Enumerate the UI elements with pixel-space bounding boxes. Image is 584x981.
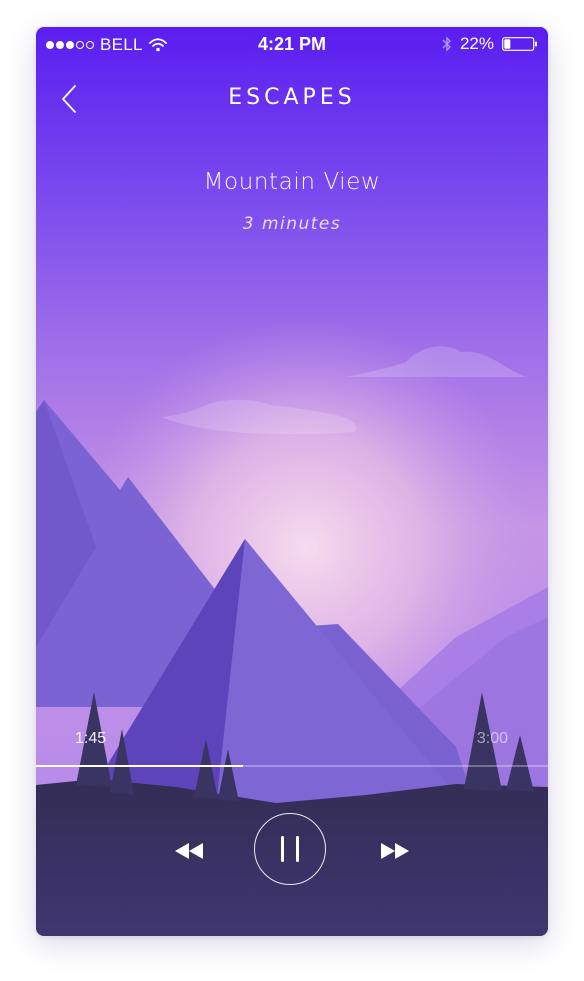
- track-duration: 3 minutes: [242, 214, 342, 234]
- navigation-bar: ESCAPES: [36, 79, 548, 119]
- battery-percent: 22%: [459, 34, 494, 53]
- status-right: 22%: [442, 34, 538, 54]
- total-time: 3:00: [476, 730, 508, 747]
- progress-fill: [36, 765, 244, 767]
- phone-screen: BELL 4:21 PM 22% ESCAPES Mountain View 3…: [36, 27, 548, 936]
- progress-slider[interactable]: [36, 765, 548, 767]
- fast-forward-button[interactable]: [376, 833, 414, 869]
- bluetooth-icon: [442, 36, 451, 52]
- track-title: Mountain View: [203, 169, 381, 195]
- rewind-icon: [175, 843, 203, 859]
- battery-icon: [502, 37, 537, 51]
- playback-controls: [36, 813, 548, 889]
- rewind-button[interactable]: [170, 833, 208, 869]
- elapsed-time: 1:45: [75, 730, 107, 747]
- status-bar: BELL 4:21 PM 22%: [36, 27, 548, 61]
- page-title: ESCAPES: [228, 85, 356, 110]
- landscape-illustration: [36, 27, 548, 936]
- fast-forward-icon: [381, 843, 409, 859]
- pause-icon: [281, 836, 299, 862]
- pause-button[interactable]: [254, 813, 326, 885]
